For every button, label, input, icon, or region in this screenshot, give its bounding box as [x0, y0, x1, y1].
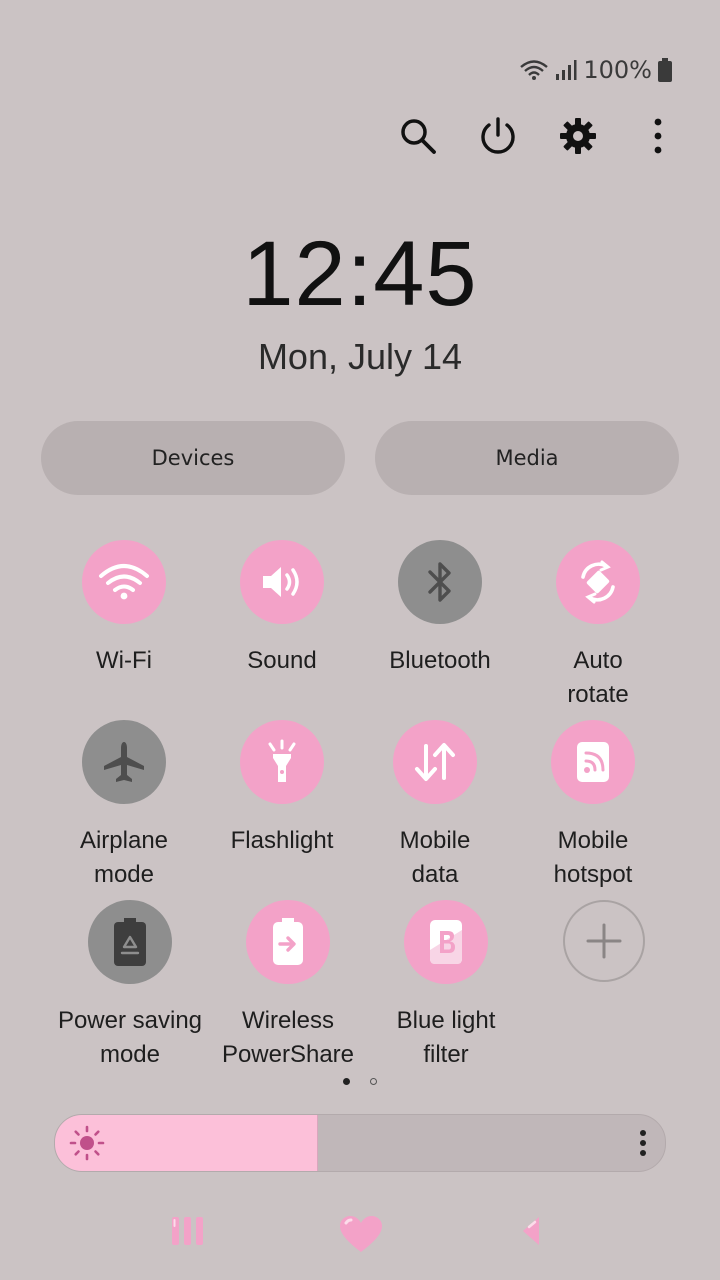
page-dot-active[interactable]: [343, 1078, 350, 1085]
battery-icon: [658, 58, 672, 82]
flashlight-icon[interactable]: [240, 720, 324, 804]
tile-bluetooth[interactable]: Bluetooth: [355, 540, 525, 678]
speaker-icon[interactable]: [240, 540, 324, 624]
tile-label: Bluetooth: [389, 647, 491, 674]
gear-icon[interactable]: [556, 114, 600, 158]
wireless-powershare-icon[interactable]: [246, 900, 330, 984]
tile-label: Power saving mode: [57, 1007, 203, 1068]
tile-label: Flashlight: [230, 827, 334, 854]
status-bar: 100%: [519, 56, 672, 84]
tile-add[interactable]: [519, 900, 689, 982]
back-icon[interactable]: [518, 1214, 544, 1252]
tile-sound[interactable]: Sound: [197, 540, 367, 678]
tile-wireless-powershare[interactable]: Wireless PowerShare: [203, 900, 373, 1072]
clock-time[interactable]: 12:45: [0, 222, 720, 327]
power-saving-icon[interactable]: [88, 900, 172, 984]
tile-label: Airplane mode: [79, 827, 169, 888]
tile-label: Mobile data: [399, 827, 471, 888]
tile-wifi[interactable]: Wi-Fi: [39, 540, 209, 678]
wifi-status-icon: [519, 59, 549, 81]
tile-label: Auto rotate: [567, 647, 629, 708]
tile-airplane-mode[interactable]: Airplane mode: [39, 720, 209, 892]
tile-blue-light-filter[interactable]: Blue light filter: [361, 900, 531, 1072]
power-icon[interactable]: [476, 114, 520, 158]
blue-light-filter-icon[interactable]: [404, 900, 488, 984]
tile-label: Sound: [247, 647, 317, 674]
tile-mobile-hotspot[interactable]: Mobile hotspot: [508, 720, 678, 892]
search-icon[interactable]: [396, 114, 440, 158]
page-indicator: [0, 1078, 720, 1085]
media-button[interactable]: Media: [375, 421, 679, 495]
auto-rotate-icon[interactable]: [556, 540, 640, 624]
wifi-icon[interactable]: [82, 540, 166, 624]
signal-icon: [555, 59, 577, 81]
bluetooth-icon[interactable]: [398, 540, 482, 624]
mobile-data-icon[interactable]: [393, 720, 477, 804]
home-heart-icon[interactable]: [338, 1214, 384, 1258]
recent-apps-icon[interactable]: [170, 1214, 206, 1252]
tile-label: Wireless PowerShare: [221, 1007, 355, 1068]
add-icon[interactable]: [563, 900, 645, 982]
tile-label: Mobile hotspot: [553, 827, 633, 888]
brightness-slider[interactable]: [54, 1114, 666, 1172]
brightness-more-icon[interactable]: [639, 1129, 647, 1161]
tile-power-saving-mode[interactable]: Power saving mode: [45, 900, 215, 1072]
tile-flashlight[interactable]: Flashlight: [197, 720, 367, 858]
tile-auto-rotate[interactable]: Auto rotate: [513, 540, 683, 712]
hotspot-icon[interactable]: [551, 720, 635, 804]
page-dot-inactive[interactable]: [370, 1078, 377, 1085]
more-vertical-icon[interactable]: [636, 114, 680, 158]
navigation-bar: [0, 1200, 720, 1264]
tile-label: Wi-Fi: [96, 647, 152, 674]
top-actions: [396, 114, 680, 158]
sun-icon: [69, 1125, 105, 1165]
tile-label: Blue light filter: [396, 1007, 496, 1068]
airplane-icon[interactable]: [82, 720, 166, 804]
battery-percent: 100%: [583, 56, 652, 84]
clock-date[interactable]: Mon, July 14: [0, 336, 720, 378]
tile-mobile-data[interactable]: Mobile data: [350, 720, 520, 892]
devices-button[interactable]: Devices: [41, 421, 345, 495]
